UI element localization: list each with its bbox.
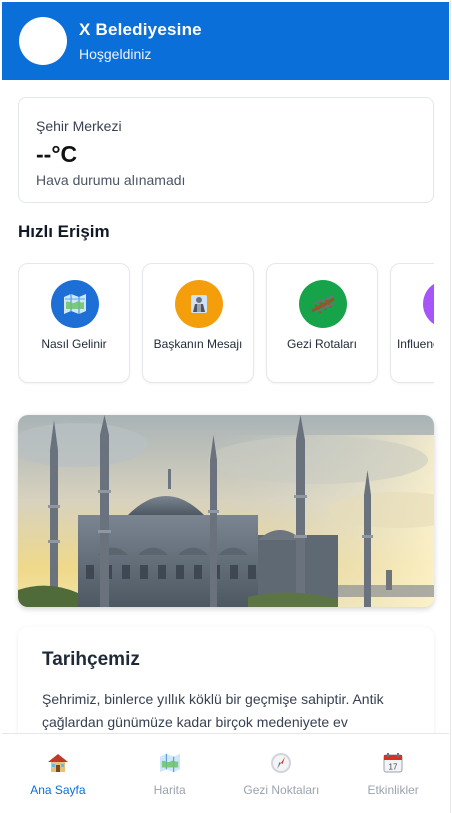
weather-card[interactable]: Şehir Merkezi --°C Hava durumu alınamadı [18,97,434,203]
weather-city: Şehir Merkezi [36,118,122,134]
nav-label: Gezi Noktaları [243,783,320,797]
quick-access-row[interactable]: Nasıl Gelinir Başkanın Mesajı Gezi Rotal… [18,263,434,385]
municipality-logo [19,17,67,65]
app-header: X Belediyesine Hoşgeldiniz [2,2,449,80]
quick-item-label: Başkanın Mesajı [153,337,243,351]
quick-item-gezi-rotalari[interactable]: Gezi Rotaları [266,263,378,383]
nav-item-harita[interactable]: Harita [114,734,226,813]
nav-item-ana-sayfa[interactable]: Ana Sayfa [2,734,114,813]
weather-status: Hava durumu alınamadı [36,172,186,188]
house-icon [46,751,70,775]
quick-item-label: Nasıl Gelinir [41,337,107,351]
speaker-icon [175,280,223,328]
nav-label: Etkinlikler [367,783,419,797]
quick-item-influencer-rotalari[interactable]: Influencer Rotaları [390,263,434,383]
header-text: X Belediyesine Hoşgeldiniz [79,19,202,64]
history-title: Tarihçemiz [42,649,140,670]
nav-item-etkinlikler[interactable]: 17 Etkinlikler [337,734,449,813]
quick-access-title: Hızlı Erişim [18,222,110,241]
quick-item-label: Influencer Rotaları [396,337,434,351]
calendar-icon: 17 [381,751,405,775]
map-icon [51,280,99,328]
header-title: X Belediyesine [79,19,202,39]
compass-icon [269,751,293,775]
railway-icon [299,280,347,328]
nav-label: Harita [153,783,186,797]
quick-item-nasil-gelinir[interactable]: Nasıl Gelinir [18,263,130,383]
map-icon [158,751,182,775]
weather-temperature: --°C [36,141,78,167]
mosque-photo [18,415,434,607]
nav-label: Ana Sayfa [30,783,86,797]
bottom-navigation: Ana Sayfa Harita Gezi Noktaları 17 Etkin… [2,733,449,813]
quick-item-label: Gezi Rotaları [286,337,358,351]
person-icon [423,280,434,328]
quick-item-baskanin-mesaji[interactable]: Başkanın Mesajı [142,263,254,383]
header-subtitle: Hoşgeldiniz [79,45,152,62]
history-text: Şehrimiz, binlerce yıllık köklü bir geçm… [42,691,384,730]
nav-item-gezi-noktalari[interactable]: Gezi Noktaları [226,734,338,813]
svg-text:17: 17 [389,763,398,772]
app-screen: X Belediyesine Hoşgeldiniz Şehir Merkezi… [0,0,451,813]
